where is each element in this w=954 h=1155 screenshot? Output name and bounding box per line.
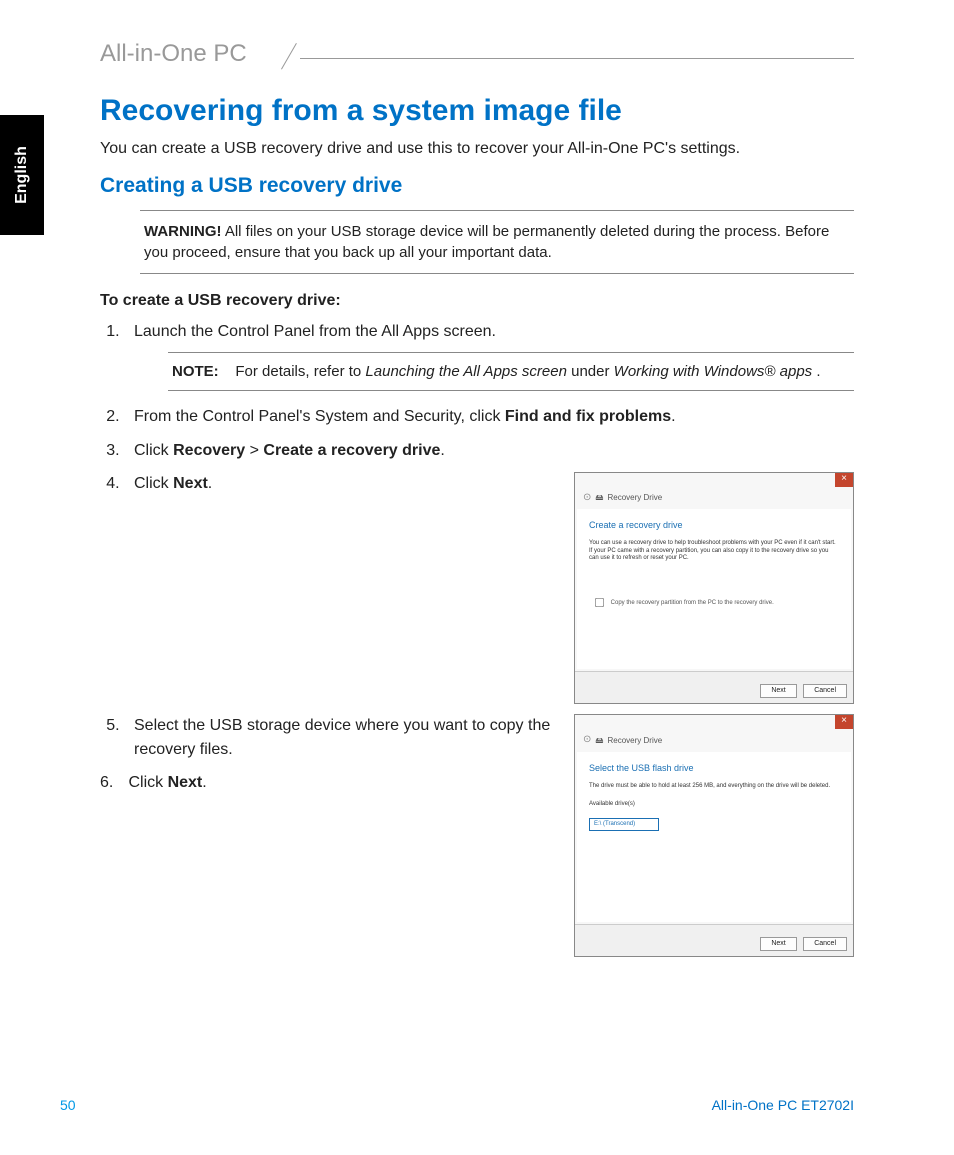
note-mid: under (571, 363, 614, 380)
page-content: All-in-One PC Recovering from a system i… (0, 0, 954, 1155)
back-arrow-icon[interactable]: ⊙ (583, 491, 591, 506)
brand-title: All-in-One PC (100, 40, 247, 67)
screenshot-body-text: The drive must be able to hold at least … (589, 783, 839, 791)
note-ref-1: Launching the All Apps screen (365, 363, 567, 380)
available-drives-label: Available drive(s) (589, 800, 839, 809)
procedure-list: Launch the Control Panel from the All Ap… (100, 320, 854, 957)
breadcrumb-icon: 🖴 (595, 735, 603, 747)
page-heading: Recovering from a system image file (100, 94, 854, 128)
cancel-button[interactable]: Cancel (803, 937, 847, 951)
warning-callout: WARNING! All files on your USB storage d… (140, 210, 854, 274)
cancel-button[interactable]: Cancel (803, 684, 847, 698)
screenshot-checkbox-row[interactable]: Copy the recovery partition from the PC … (589, 593, 839, 612)
note-ref-2: Working with Windows® apps (614, 363, 813, 380)
next-button[interactable]: Next (760, 684, 796, 698)
note-callout: NOTE: For details, refer to Launching th… (168, 352, 854, 392)
step-6: 6. Click Next. (100, 771, 554, 794)
copy-partition-label: Copy the recovery partition from the PC … (611, 600, 774, 606)
header-rule-diagonal (281, 43, 322, 84)
screenshot-recovery-create: × ⊙ 🖴 Recovery Drive Create a recovery d… (574, 472, 854, 705)
step-5-text: Select the USB storage device where you … (134, 714, 554, 760)
next-button[interactable]: Next (760, 937, 796, 951)
drive-list-item[interactable]: E:\ (Transcend) (589, 818, 659, 831)
breadcrumb-text: Recovery Drive (607, 735, 662, 747)
screenshot-breadcrumb: ⊙ 🖴 Recovery Drive (575, 729, 853, 750)
screenshot-title: Select the USB flash drive (589, 762, 839, 775)
copy-partition-checkbox[interactable] (595, 598, 604, 607)
step-1: Launch the Control Panel from the All Ap… (124, 320, 854, 391)
back-arrow-icon[interactable]: ⊙ (583, 733, 591, 748)
intro-paragraph: You can create a USB recovery drive and … (100, 138, 854, 160)
header-rule (300, 58, 854, 59)
procedure-subheading: To create a USB recovery drive: (100, 292, 854, 310)
step-5: Select the USB storage device where you … (124, 714, 854, 957)
screenshot-body-text: You can use a recovery drive to help tro… (589, 540, 839, 563)
step-1-text: Launch the Control Panel from the All Ap… (134, 323, 496, 340)
section-heading: Creating a USB recovery drive (100, 174, 854, 198)
screenshot-select-usb: × ⊙ 🖴 Recovery Drive Select the USB flas… (574, 714, 854, 957)
screenshot-title: Create a recovery drive (589, 519, 839, 532)
page-number: 50 (60, 1097, 76, 1113)
warning-label: WARNING! (144, 223, 222, 240)
screenshot-breadcrumb: ⊙ 🖴 Recovery Drive (575, 487, 853, 508)
brand-header: All-in-One PC (100, 40, 854, 76)
product-model: All-in-One PC ET2702I (712, 1097, 854, 1113)
step-4: Click Next. × ⊙ 🖴 Recovery Drive Create … (124, 472, 854, 705)
step-3: Click Recovery > Create a recovery drive… (124, 439, 854, 462)
note-suffix: . (816, 363, 820, 380)
close-icon[interactable]: × (835, 715, 853, 729)
step-2: From the Control Panel's System and Secu… (124, 405, 854, 428)
breadcrumb-icon: 🖴 (595, 492, 603, 504)
close-icon[interactable]: × (835, 473, 853, 487)
note-prefix: For details, refer to (235, 363, 365, 380)
warning-text: All files on your USB storage device wil… (144, 223, 829, 261)
breadcrumb-text: Recovery Drive (607, 492, 662, 504)
page-footer: 50 All-in-One PC ET2702I (60, 1097, 854, 1113)
note-label: NOTE: (172, 363, 219, 380)
